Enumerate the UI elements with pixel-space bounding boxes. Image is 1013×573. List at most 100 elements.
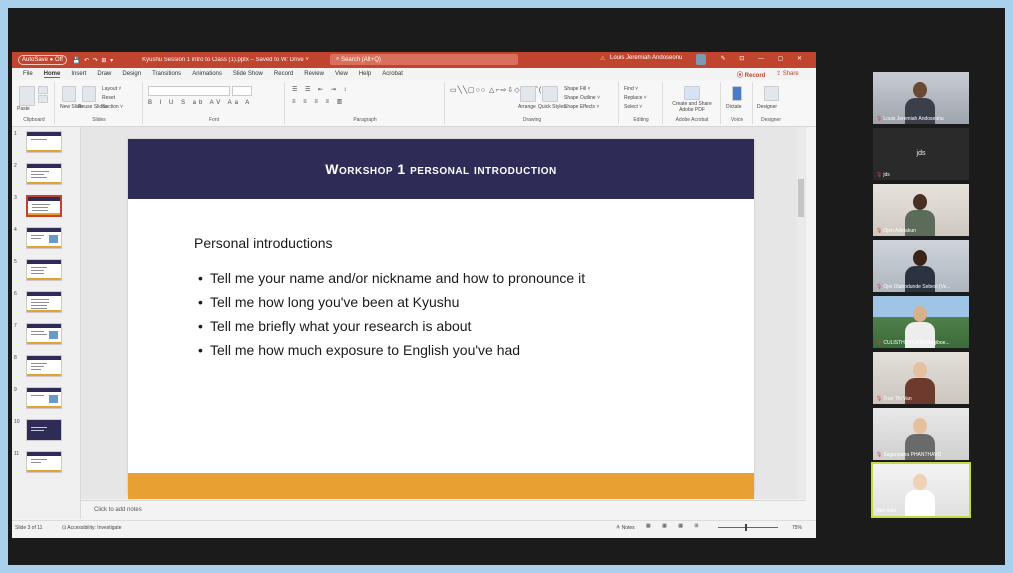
slide-thumbnail-image[interactable] <box>26 323 62 345</box>
tab-slide-show[interactable]: Slide Show <box>233 71 263 77</box>
find-button[interactable]: Find ˅ <box>624 86 638 92</box>
record-button[interactable]: ⦿ Record <box>737 70 765 79</box>
slide-thumbnail-image[interactable] <box>26 387 62 409</box>
tab-animations[interactable]: Animations <box>192 71 222 77</box>
replace-button[interactable]: Replace ˅ <box>624 95 647 101</box>
slide-thumbnail[interactable]: 5 <box>12 257 80 285</box>
slide-bullet[interactable]: • Tell me how long you've been at Kyushu <box>198 294 585 318</box>
tab-acrobat[interactable]: Acrobat <box>382 71 403 77</box>
slide-thumbnail-image[interactable] <box>26 131 62 153</box>
document-title[interactable]: Kyushu Session 1 intro to Class (1).pptx… <box>142 57 309 63</box>
arrange-icon[interactable] <box>520 86 536 102</box>
tab-transitions[interactable]: Transitions <box>152 71 181 77</box>
slide-bullet[interactable]: • Tell me how much exposure to English yo… <box>198 342 585 366</box>
slide-thumbnail[interactable]: 10 <box>12 417 80 445</box>
shape-outline-button[interactable]: Shape Outline ˅ <box>564 95 600 101</box>
slide-thumbnail-pane: 1 2 3 4 5 6 7 8 9 10 11 <box>12 127 81 519</box>
participant-tile[interactable]: 🎙Sagenpatra PHANTHAVO <box>873 408 969 460</box>
participant-tile[interactable]: 🎙Ojeh Adelakun <box>873 184 969 236</box>
slide-thumbnail[interactable]: 6 <box>12 289 80 317</box>
font-formatting-buttons[interactable]: B I U S ab AV Aa A <box>148 100 252 106</box>
microphone-icon[interactable] <box>732 86 742 101</box>
align-buttons[interactable]: ≡ ≡ ≡ ≡ ▥ <box>292 98 345 105</box>
participant-tile[interactable]: Nari Aoki <box>871 462 971 518</box>
quick-styles-icon[interactable] <box>542 86 558 102</box>
notes-pane[interactable]: Click to add notes <box>81 500 806 521</box>
slide-thumbnail-image[interactable] <box>26 451 62 473</box>
slide-thumbnail-image[interactable] <box>26 291 62 313</box>
shape-fill-button[interactable]: Shape Fill ˅ <box>564 86 591 92</box>
participant-name: Nari Aoki <box>876 508 897 514</box>
slide-thumbnail-image[interactable] <box>26 195 62 217</box>
participant-tile[interactable]: 🎙CULISTHIRPLATA Khojiboe... <box>873 296 969 348</box>
participant-tile[interactable]: 🎙Louis Jeremiah Andoseonu <box>873 72 969 124</box>
slide-thumbnail[interactable]: 7 <box>12 321 80 349</box>
tab-help[interactable]: Help <box>359 71 371 77</box>
slide-bullet[interactable]: • Tell me your name and/or nickname and h… <box>198 270 585 294</box>
view-buttons[interactable]: ▦ ▦ ▦ ⊞ <box>646 523 704 529</box>
slide-thumbnail-image[interactable] <box>26 227 62 249</box>
slide-thumbnail[interactable]: 4 <box>12 225 80 253</box>
paste-icon[interactable] <box>19 86 35 106</box>
slide-thumbnail[interactable]: 11 <box>12 449 80 477</box>
participant-tile[interactable]: jds 🎙jds <box>873 128 969 180</box>
autosave-toggle[interactable]: AutoSave ● Off <box>18 55 67 65</box>
tab-view[interactable]: View <box>335 71 348 77</box>
reuse-slides-icon[interactable] <box>82 86 96 102</box>
designer-icon[interactable] <box>764 86 779 101</box>
font-name-dropdown[interactable] <box>148 86 230 96</box>
slide-thumbnail[interactable]: 3 <box>12 193 80 221</box>
tab-insert[interactable]: Insert <box>71 71 86 77</box>
participant-name: Ojei Olabodunde Sebesi (Ve... <box>883 284 951 290</box>
slide-thumbnail-image[interactable] <box>26 355 62 377</box>
slide-thumbnail[interactable]: 1 <box>12 129 80 157</box>
zoom-slider-handle[interactable] <box>745 524 747 531</box>
slide-bullet-list[interactable]: • Tell me your name and/or nickname and h… <box>198 270 585 366</box>
tab-draw[interactable]: Draw <box>97 71 111 77</box>
thumbnail-title-band <box>27 356 61 360</box>
slide-bullet[interactable]: • Tell me briefly what your research is a… <box>198 318 585 342</box>
new-slide-icon[interactable] <box>62 86 76 102</box>
tab-design[interactable]: Design <box>122 71 141 77</box>
shapes-gallery[interactable]: ▭╲╲▢○○ △⌐⇨⇩◇ ☆⌒(){} <box>450 85 552 95</box>
participant-tile[interactable]: 🎙Ojei Olabodunde Sebesi (Ve... <box>873 240 969 292</box>
slide-thumbnail-image[interactable] <box>26 259 62 281</box>
reset-button[interactable]: Reset <box>102 95 115 101</box>
font-size-dropdown[interactable] <box>232 86 252 96</box>
notes-button[interactable]: ≜ Notes <box>616 525 635 531</box>
window-controls[interactable]: ✎ ⊡ — ▢ ✕ <box>721 55 808 62</box>
slide-title[interactable]: Workshop 1 personal introduction <box>128 161 754 177</box>
copy-icon[interactable] <box>38 95 48 103</box>
slide-thumbnail[interactable]: 2 <box>12 161 80 189</box>
list-buttons[interactable]: ☰ ☰ ⇤ ⇥ ↕ <box>292 86 349 93</box>
account-avatar[interactable] <box>696 54 706 65</box>
quick-access-toolbar[interactable]: 💾 ↶ ↷ ⊞ ▾ <box>73 57 114 64</box>
tab-review[interactable]: Review <box>304 71 324 77</box>
search-box[interactable]: ⌕ Search (Alt+Q) <box>330 54 518 65</box>
account-name[interactable]: Louis Jeremiah Andoseonu <box>610 55 682 61</box>
warning-icon[interactable]: ⚠ <box>600 55 605 62</box>
layout-button[interactable]: Layout ˅ <box>102 86 121 92</box>
scrollbar-thumb[interactable] <box>798 179 804 217</box>
tab-home[interactable]: Home <box>43 71 61 78</box>
share-button[interactable]: ⇪ Share <box>776 70 799 77</box>
participant-name-label: 🎙Ojeh Adelakun <box>876 228 916 234</box>
slide-thumbnail-image[interactable] <box>26 419 62 441</box>
tab-file[interactable]: File <box>23 71 33 77</box>
select-button[interactable]: Select ˅ <box>624 104 642 110</box>
cut-icon[interactable] <box>38 86 48 94</box>
slide-thumbnail[interactable]: 9 <box>12 385 80 413</box>
section-button[interactable]: Section ˅ <box>102 104 123 110</box>
adobe-pdf-icon[interactable] <box>684 86 700 100</box>
participant-tile[interactable]: 🎙Tran Thi Van <box>873 352 969 404</box>
vertical-scrollbar[interactable] <box>797 127 805 499</box>
slide-heading[interactable]: Personal introductions <box>194 235 333 251</box>
shape-effects-button[interactable]: Shape Effects ˅ <box>564 104 599 110</box>
zoom-percentage[interactable]: 75% <box>792 525 802 531</box>
current-slide[interactable]: Workshop 1 personal introduction Persona… <box>128 139 754 499</box>
slide-thumbnail-image[interactable] <box>26 163 62 185</box>
slide-thumbnail[interactable]: 8 <box>12 353 80 381</box>
zoom-slider[interactable] <box>718 527 778 528</box>
tab-record[interactable]: Record <box>274 71 293 77</box>
accessibility-checker[interactable]: ⊡ Accessibility: Investigate <box>62 525 122 531</box>
